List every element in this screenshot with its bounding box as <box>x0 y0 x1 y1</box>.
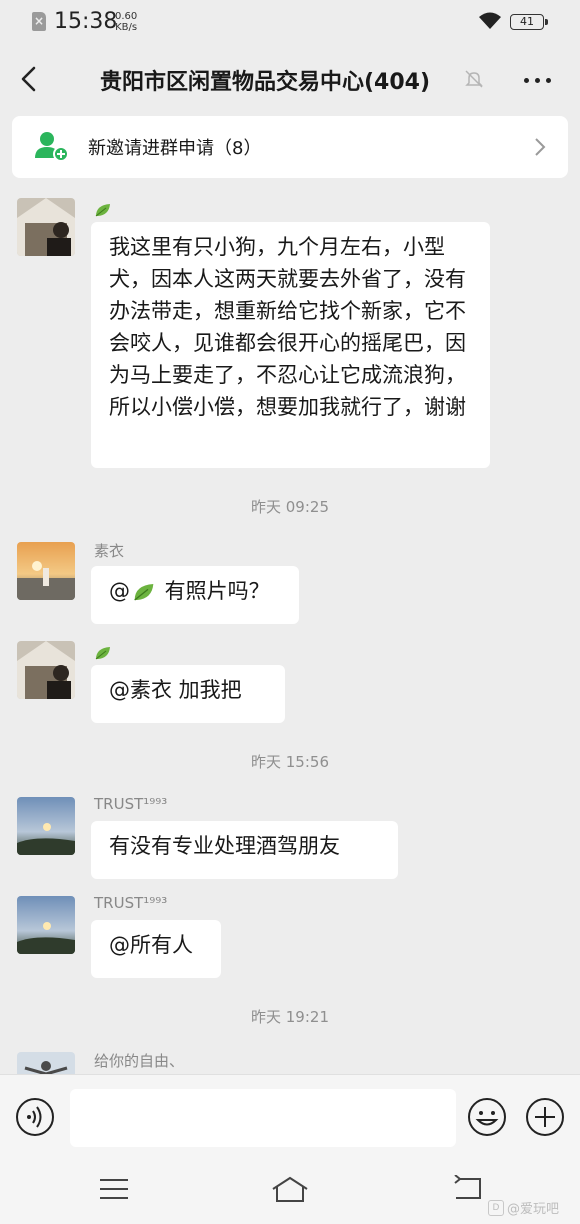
sender-name: 给你的自由、 <box>94 1052 185 1070</box>
chevron-right-icon <box>535 138 546 156</box>
message-bubble[interactable]: @素衣 加我把 <box>91 665 285 723</box>
message-bubble[interactable]: 有没有专业处理酒驾朋友 <box>91 821 398 879</box>
system-back-icon[interactable] <box>452 1175 482 1201</box>
status-bar: × 15:38 0.60 KB/s 41 <box>0 0 580 46</box>
chat-title: 贵阳市区闲置物品交易中心(404) <box>99 70 431 95</box>
sender-name: 素衣 <box>94 542 125 560</box>
add-attachment-icon[interactable] <box>525 1097 565 1137</box>
message-timestamp: 昨天 15:56 <box>251 753 329 771</box>
message-text: 有照片吗？ <box>158 579 270 603</box>
message-bubble[interactable]: 我这里有只小狗，九个月左右，小型犬，因本人这两天就要去外省了，没有办法带走，想重… <box>91 222 490 468</box>
message-input[interactable] <box>70 1089 456 1147</box>
leaf-icon <box>95 204 110 217</box>
chat-message-list[interactable]: 我这里有只小狗，九个月左右，小型犬，因本人这两天就要去外省了，没有办法带走，想重… <box>0 190 580 1074</box>
watermark-logo-icon: D <box>488 1199 504 1216</box>
watermark-text: @爱玩吧 <box>507 1202 560 1217</box>
leaf-icon <box>95 647 110 660</box>
message-timestamp: 昨天 19:21 <box>251 1008 329 1026</box>
network-speed-unit: KB/s <box>115 22 138 33</box>
watermark: D @爱玩吧 <box>488 1198 559 1217</box>
avatar[interactable] <box>17 542 75 600</box>
avatar[interactable] <box>17 198 75 256</box>
avatar[interactable] <box>17 797 75 855</box>
message-timestamp: 昨天 09:25 <box>251 498 329 516</box>
mention-prefix: @ <box>109 579 130 603</box>
voice-input-icon[interactable] <box>15 1097 55 1137</box>
no-sim-icon: × <box>32 12 46 31</box>
invite-request-text: 新邀请进群申请（8） <box>88 138 262 159</box>
leaf-icon <box>134 584 154 601</box>
wifi-icon <box>479 12 501 29</box>
avatar[interactable] <box>17 896 75 954</box>
chat-header: 贵阳市区闲置物品交易中心(404) <box>0 46 580 112</box>
sender-name: TRUST¹⁹⁹³ <box>94 795 168 813</box>
message-input-bar <box>0 1074 580 1159</box>
menu-icon[interactable] <box>100 1178 128 1200</box>
battery-indicator: 41 <box>510 14 548 30</box>
emoji-icon[interactable] <box>467 1097 507 1137</box>
home-icon[interactable] <box>271 1175 309 1203</box>
invite-request-banner[interactable]: 新邀请进群申请（8） <box>12 116 568 178</box>
network-speed: 0.60 KB/s <box>115 11 137 33</box>
sender-name: TRUST¹⁹⁹³ <box>94 894 168 912</box>
more-options-icon[interactable] <box>524 78 551 83</box>
message-bubble[interactable]: @所有人 <box>91 920 221 978</box>
add-user-icon <box>35 132 69 162</box>
mute-bell-icon <box>465 70 483 88</box>
message-bubble[interactable]: @ 有照片吗？ <box>91 566 299 624</box>
status-time: 15:38 <box>54 9 118 34</box>
network-speed-value: 0.60 <box>115 11 138 22</box>
avatar[interactable] <box>17 1052 75 1074</box>
avatar[interactable] <box>17 641 75 699</box>
